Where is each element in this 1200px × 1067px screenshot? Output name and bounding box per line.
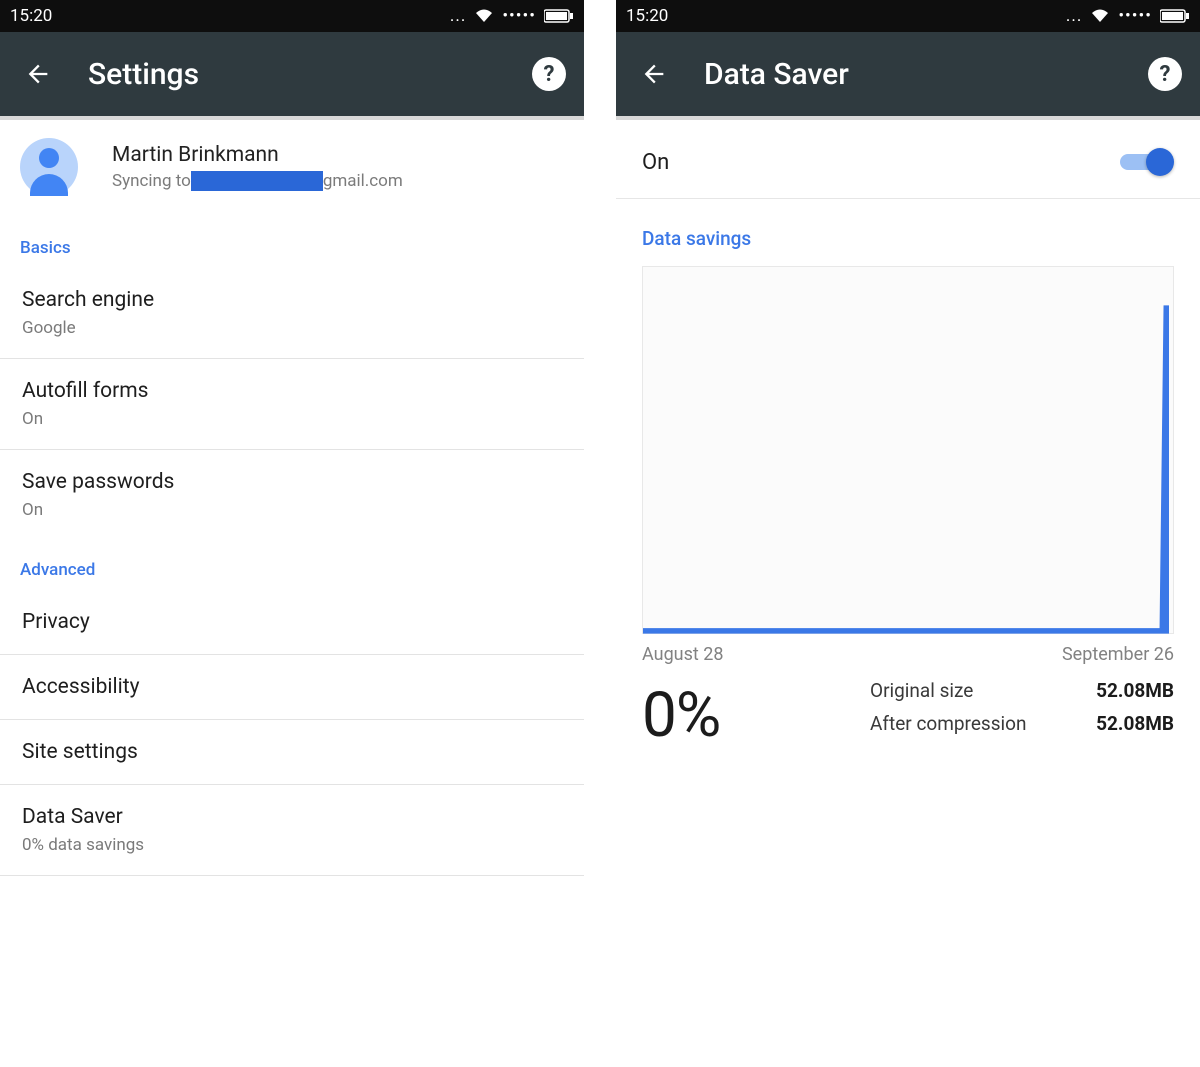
arrow-back-icon [24, 60, 52, 88]
row-title: Autofill forms [22, 379, 562, 403]
back-button[interactable] [18, 54, 58, 94]
status-more-icon: ... [1066, 6, 1082, 26]
original-size-value: 52.08MB [1074, 679, 1174, 702]
savings-chart [642, 266, 1174, 634]
battery-icon [544, 9, 574, 23]
row-title: Search engine [22, 288, 562, 312]
row-search-engine[interactable]: Search engine Google [0, 268, 584, 359]
status-time: 15:20 [626, 6, 668, 26]
profile-sync: Syncing to gmail.com [112, 171, 403, 191]
status-more-icon: ... [450, 6, 466, 26]
chart-start-date: August 28 [642, 644, 723, 665]
sync-prefix: Syncing to [112, 171, 191, 191]
chart-dates: August 28 September 26 [642, 644, 1174, 665]
row-title: Save passwords [22, 470, 562, 494]
row-sub: On [22, 500, 562, 520]
percent-saved: 0% [642, 679, 720, 752]
arrow-back-icon [640, 60, 668, 88]
original-size-label: Original size [870, 679, 1050, 702]
row-accessibility[interactable]: Accessibility [0, 655, 584, 720]
toggle-label: On [642, 150, 1120, 175]
chart-svg [643, 267, 1173, 634]
wifi-icon [1090, 8, 1110, 24]
toggle-row[interactable]: On [616, 120, 1200, 199]
stats-row: 0% Original size 52.08MB After compressi… [616, 665, 1200, 752]
section-advanced: Advanced [0, 540, 584, 590]
signal-icon: ••••• [1118, 6, 1152, 26]
help-button[interactable]: ? [1148, 57, 1182, 91]
status-bar: 15:20 ... ••••• [0, 0, 584, 32]
after-compression-label: After compression [870, 712, 1050, 735]
status-time: 15:20 [10, 6, 52, 26]
row-sub: On [22, 409, 562, 429]
section-data-savings: Data savings [616, 199, 1200, 266]
page-title: Settings [88, 57, 532, 92]
row-privacy[interactable]: Privacy [0, 590, 584, 655]
row-sub: Google [22, 318, 562, 338]
row-title: Privacy [22, 610, 562, 634]
row-sub: 0% data savings [22, 835, 562, 855]
help-icon: ? [1160, 62, 1171, 87]
row-title: Accessibility [22, 675, 562, 699]
section-basics: Basics [0, 218, 584, 268]
app-bar: Data Saver ? [616, 32, 1200, 120]
row-data-saver[interactable]: Data Saver 0% data savings [0, 785, 584, 876]
after-compression-value: 52.08MB [1074, 712, 1174, 735]
row-site-settings[interactable]: Site settings [0, 720, 584, 785]
chart-end-date: September 26 [1062, 644, 1174, 665]
profile-name: Martin Brinkmann [112, 143, 403, 167]
row-title: Site settings [22, 740, 562, 764]
battery-icon [1160, 9, 1190, 23]
toggle-switch[interactable] [1120, 148, 1174, 176]
help-button[interactable]: ? [532, 57, 566, 91]
wifi-icon [474, 8, 494, 24]
sync-suffix: gmail.com [323, 171, 403, 191]
signal-icon: ••••• [502, 6, 536, 26]
avatar-icon [20, 138, 78, 196]
app-bar: Settings ? [0, 32, 584, 120]
row-autofill[interactable]: Autofill forms On [0, 359, 584, 450]
row-save-passwords[interactable]: Save passwords On [0, 450, 584, 540]
status-bar: 15:20 ... ••••• [616, 0, 1200, 32]
switch-knob [1146, 148, 1174, 176]
redacted-email [191, 171, 323, 191]
row-title: Data Saver [22, 805, 562, 829]
profile-row[interactable]: Martin Brinkmann Syncing to gmail.com [0, 120, 584, 218]
back-button[interactable] [634, 54, 674, 94]
help-icon: ? [544, 62, 555, 87]
page-title: Data Saver [704, 57, 1148, 92]
